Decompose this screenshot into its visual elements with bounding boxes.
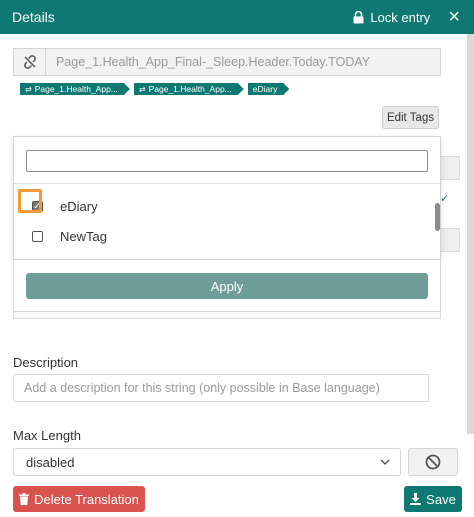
string-key-row: Page_1.Health_App_Final-_Sleep.Header.To… bbox=[13, 48, 441, 76]
tag-option[interactable]: NewTag bbox=[14, 222, 424, 250]
tag-chip[interactable]: eDiary bbox=[248, 83, 290, 95]
max-length-select[interactable]: disabled bbox=[13, 448, 401, 476]
check-icon: ✓ bbox=[440, 193, 450, 205]
divider bbox=[14, 183, 440, 184]
max-length-value: disabled bbox=[26, 454, 75, 470]
tag-option-label: eDiary bbox=[60, 198, 98, 214]
panel-tab-stub bbox=[440, 228, 460, 252]
description-input[interactable]: Add a description for this string (only … bbox=[13, 374, 429, 402]
panel-tab-stub bbox=[440, 156, 460, 180]
chevron-down-icon bbox=[380, 459, 390, 465]
tag-label: eDiary bbox=[252, 84, 278, 94]
tag-search-input[interactable] bbox=[26, 150, 428, 172]
save-button[interactable]: Save bbox=[404, 486, 462, 512]
tag-chip[interactable]: ⇄ Page_1.Health_App... bbox=[134, 83, 244, 95]
delete-label: Delete Translation bbox=[34, 491, 139, 507]
download-icon bbox=[410, 493, 422, 505]
save-label: Save bbox=[426, 491, 456, 507]
page-scrollbar[interactable] bbox=[467, 34, 474, 434]
tag-option[interactable]: ✓ eDiary bbox=[14, 192, 424, 220]
delete-translation-button[interactable]: Delete Translation bbox=[13, 486, 145, 512]
tag-checkbox[interactable] bbox=[31, 230, 43, 242]
trash-icon bbox=[19, 493, 30, 505]
max-length-label: Max Length bbox=[13, 428, 81, 443]
sync-icon: ⇄ bbox=[25, 84, 32, 94]
apply-button[interactable]: Apply bbox=[26, 273, 428, 299]
close-icon[interactable]: × bbox=[448, 7, 460, 27]
dropdown-scrollbar[interactable] bbox=[435, 203, 440, 231]
tag-chip[interactable]: ⇄ Page_1.Health_App... bbox=[20, 83, 130, 95]
tag-label: Page_1.Health_App... bbox=[148, 84, 232, 94]
lock-entry-label: Lock entry bbox=[370, 9, 431, 25]
apply-area: Apply bbox=[13, 260, 441, 312]
tag-option[interactable] bbox=[14, 252, 424, 259]
sync-icon: ⇄ bbox=[138, 84, 146, 94]
description-label: Description bbox=[13, 355, 79, 370]
panel-title: Details bbox=[12, 9, 55, 25]
tag-list: ⇄ Page_1.Health_App... ⇄ Page_1.Health_A… bbox=[20, 83, 289, 96]
ban-icon bbox=[425, 454, 441, 470]
tag-option-label: NewTag bbox=[60, 228, 107, 244]
edit-tags-button[interactable]: Edit Tags bbox=[382, 106, 439, 129]
disable-max-length-button[interactable] bbox=[408, 448, 458, 476]
details-header: Details Lock entry × bbox=[0, 0, 474, 34]
tag-dropdown: ✓ eDiary NewTag bbox=[13, 136, 441, 260]
unlink-icon[interactable] bbox=[14, 49, 46, 75]
string-key: Page_1.Health_App_Final-_Sleep.Header.To… bbox=[56, 55, 371, 69]
focus-ring bbox=[18, 189, 42, 213]
lock-icon bbox=[353, 10, 364, 23]
lock-entry-button[interactable]: Lock entry bbox=[353, 10, 430, 25]
tag-label: Page_1.Health_App... bbox=[34, 84, 118, 94]
